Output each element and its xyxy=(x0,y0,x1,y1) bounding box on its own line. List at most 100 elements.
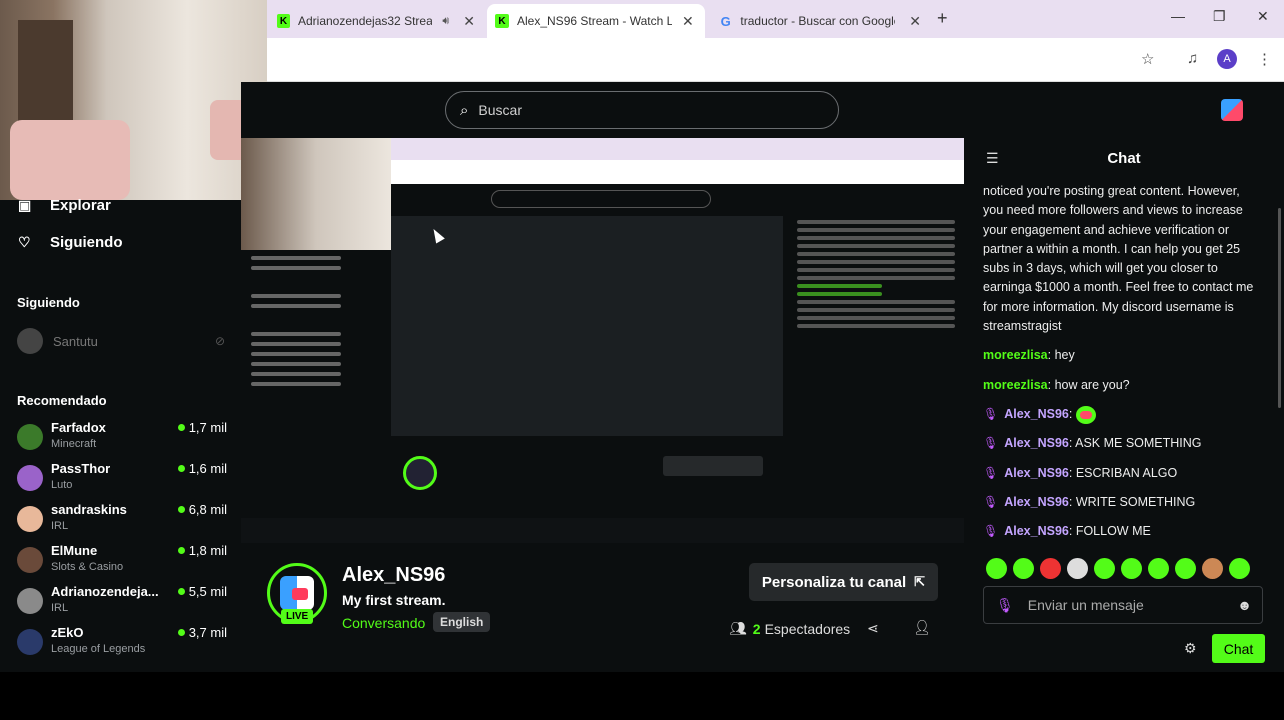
sidebar-item-siguiendo[interactable]: ♡ Siguiendo xyxy=(18,234,123,251)
tab-alex-ns96[interactable]: K Alex_NS96 Stream - Watch Live ✕ xyxy=(487,4,705,38)
following-channel[interactable]: Santutu ⊘ xyxy=(17,328,225,354)
close-tab-icon[interactable]: ✕ xyxy=(909,13,921,30)
emote-icon[interactable] xyxy=(1175,558,1196,579)
browser-menu-icon[interactable]: ⋮ xyxy=(1257,50,1272,68)
broadcaster-badge-icon: 🎙︎ xyxy=(983,465,999,480)
emote-bar xyxy=(986,558,1250,579)
chat-input-box[interactable]: 🎙︎ ☻ xyxy=(983,586,1263,624)
video-sidebar-capture xyxy=(241,250,391,518)
live-dot-icon xyxy=(177,506,185,513)
live-badge: LIVE xyxy=(281,609,314,624)
live-dot-icon xyxy=(177,424,185,431)
search-icon: ⌕ xyxy=(460,101,469,119)
broadcaster-badge-icon: 🎙︎ xyxy=(983,406,999,421)
share-icon[interactable]: ⋖ xyxy=(867,620,879,637)
avatar xyxy=(17,328,43,354)
video-toolbar xyxy=(391,160,964,184)
emote-icon[interactable] xyxy=(1229,558,1250,579)
tab-title: traductor - Buscar con Google xyxy=(740,14,896,28)
send-chat-button[interactable]: Chat xyxy=(1212,634,1265,663)
tab-adrianozendejas[interactable]: K Adrianozendejas32 Stream 🔊︎ ✕ xyxy=(269,6,483,36)
recommended-channel[interactable]: Adrianozendeja... IRL 5,5 mil xyxy=(17,584,227,622)
tab-traductor[interactable]: G traductor - Buscar con Google ✕ xyxy=(711,6,929,36)
video-inner-avatar xyxy=(403,456,437,490)
stream-info: LIVE Alex_NS96 My first stream. Conversa… xyxy=(241,543,964,672)
customize-label: Personaliza tu canal xyxy=(761,573,907,591)
viewer-count: 1,8 mil xyxy=(177,543,227,558)
sidebar-item-label: Explorar xyxy=(50,197,111,214)
avatar xyxy=(17,424,43,450)
avatar xyxy=(17,506,43,532)
video-player[interactable] xyxy=(241,138,964,543)
avatar xyxy=(17,547,43,573)
chat-message: noticed you're posting great content. Ho… xyxy=(983,184,1254,334)
recommended-channel[interactable]: ElMune Slots & Casino 1,8 mil xyxy=(17,543,227,581)
emote-icon[interactable] xyxy=(1013,558,1034,579)
stream-category[interactable]: Conversando xyxy=(342,615,425,631)
channel-category: IRL xyxy=(51,520,69,532)
minimize-icon[interactable]: — xyxy=(1171,8,1185,24)
emoji-picker-icon[interactable]: ☻ xyxy=(1237,597,1252,613)
live-dot-icon xyxy=(177,547,185,554)
compass-icon: ▣ xyxy=(18,197,32,213)
external-link-icon: ⇱ xyxy=(914,574,926,589)
browser-tab-bar: K Adrianozendejas32 Stream 🔊︎ ✕ K Alex_N… xyxy=(267,0,1284,38)
following-heading: Siguiendo xyxy=(17,295,80,310)
user-avatar[interactable] xyxy=(1221,99,1243,121)
search-box[interactable]: ⌕ xyxy=(445,91,839,129)
viewer-count: 3,7 mil xyxy=(177,625,227,640)
emote-icon[interactable] xyxy=(1040,558,1061,579)
close-window-icon[interactable]: ✕ xyxy=(1257,8,1269,25)
broadcaster-badge-icon: 🎙︎ xyxy=(983,524,999,539)
channel-name: zEkO xyxy=(51,625,84,640)
chat-scrollbar[interactable] xyxy=(1278,208,1281,408)
video-page xyxy=(391,184,964,518)
emote-icon[interactable] xyxy=(1121,558,1142,579)
close-tab-icon[interactable]: ✕ xyxy=(463,13,475,30)
emote-icon[interactable] xyxy=(1094,558,1115,579)
new-tab-icon[interactable]: + xyxy=(937,8,948,29)
search-input[interactable] xyxy=(478,102,779,118)
emote-icon[interactable] xyxy=(986,558,1007,579)
emote-icon[interactable] xyxy=(1067,558,1088,579)
kick-icon: K xyxy=(277,14,290,28)
tab-title: Alex_NS96 Stream - Watch Live xyxy=(517,14,672,28)
close-tab-icon[interactable]: ✕ xyxy=(682,13,694,30)
video-inner-chat xyxy=(791,216,961,506)
media-control-icon[interactable]: ♫ xyxy=(1187,50,1198,67)
video-webcam-capture xyxy=(241,138,391,250)
webcam-chair xyxy=(10,120,130,200)
channel-name[interactable]: Alex_NS96 xyxy=(342,564,445,587)
channel-name: sandraskins xyxy=(51,502,127,517)
chat-title: Chat xyxy=(1107,150,1141,167)
maximize-icon[interactable]: ❐ xyxy=(1213,8,1226,25)
recommended-channel[interactable]: Farfadox Minecraft 1,7 mil xyxy=(17,420,227,458)
customize-channel-button[interactable]: Personaliza tu canal ⇱ xyxy=(749,563,938,601)
chat-input[interactable] xyxy=(1027,597,1228,613)
live-dot-icon xyxy=(177,629,185,636)
language-badge[interactable]: English xyxy=(433,612,491,632)
chat-messages: noticed you're posting great content. Ho… xyxy=(983,182,1263,551)
emote-icon[interactable] xyxy=(1202,558,1223,579)
bookmark-star-icon[interactable]: ☆ xyxy=(1141,50,1154,68)
recommended-channel[interactable]: PassThor Luto 1,6 mil xyxy=(17,461,227,499)
chat-settings-icon[interactable]: ⚙ xyxy=(1184,640,1197,657)
tab-title: Adrianozendejas32 Stream xyxy=(297,14,433,28)
profile-avatar[interactable]: A xyxy=(1217,49,1237,69)
avatar xyxy=(17,588,43,614)
emote-icon[interactable] xyxy=(1148,558,1169,579)
follow-user-icon[interactable]: 👤︎ xyxy=(913,619,931,636)
channel-category: Luto xyxy=(51,479,73,491)
emote-icon xyxy=(1075,405,1096,424)
chat-message: 🎙︎ Alex_NS96: FOLLOW ME xyxy=(983,524,1151,539)
chat-message: moreezlisa: how are you? xyxy=(983,377,1130,392)
sidebar-item-explorar[interactable]: ▣ Explorar xyxy=(18,197,111,214)
avatar-mouth xyxy=(292,588,308,600)
chat-message: 🎙︎ Alex_NS96: ASK ME SOMETHING xyxy=(983,436,1202,451)
recommended-channel[interactable]: sandraskins IRL 6,8 mil xyxy=(17,502,227,540)
recommended-channel[interactable]: zEkO League of Legends 3,7 mil xyxy=(17,625,227,663)
speaker-icon[interactable]: 🔊︎ xyxy=(442,15,449,28)
stream-title: My first stream. xyxy=(342,592,446,608)
recommended-heading: Recomendado xyxy=(17,393,107,408)
channel-name: PassThor xyxy=(51,461,111,476)
